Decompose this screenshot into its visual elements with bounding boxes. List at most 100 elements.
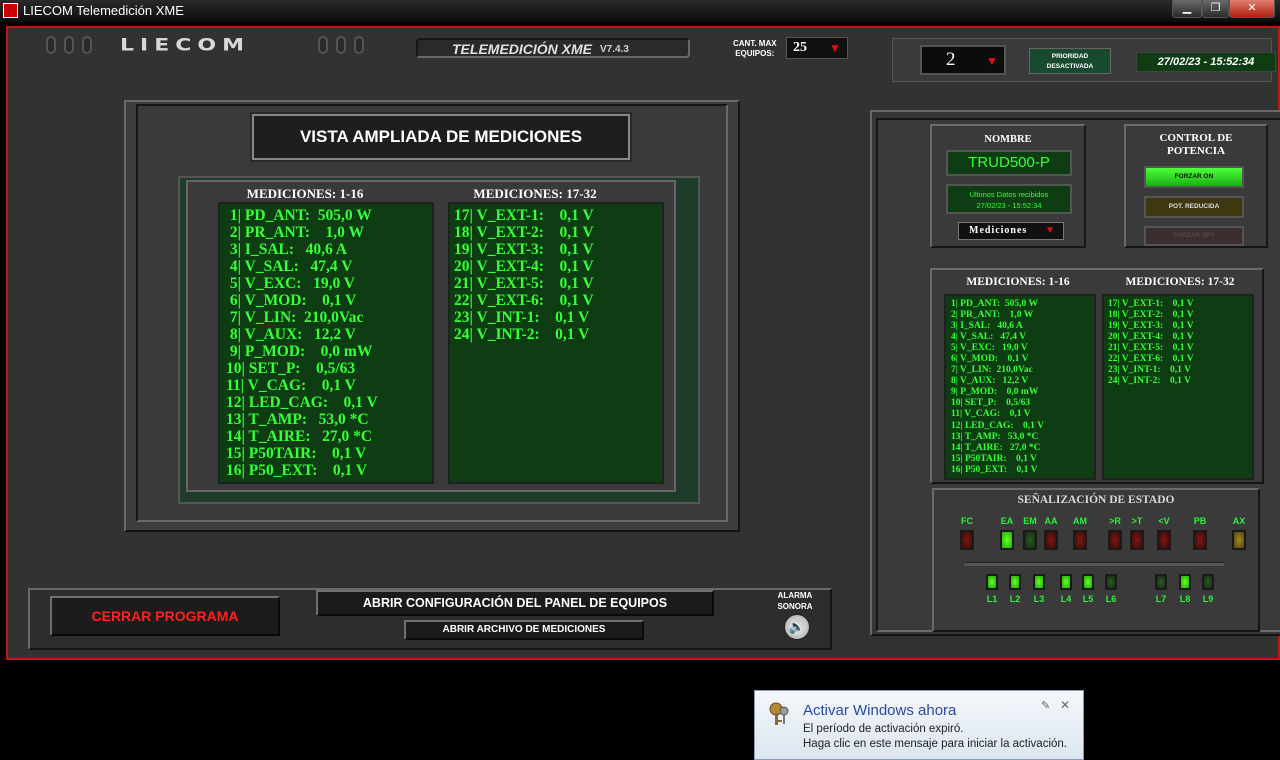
measurement-row: 18| V_EXT-2: 0,1 V [454,224,594,241]
status-led [1060,574,1072,590]
status-led [986,574,998,590]
status-led-label: L9 [1202,594,1214,604]
close-program-button[interactable]: CERRAR PROGRAMA [50,596,280,636]
open-file-button[interactable]: ABRIR ARCHIVO DE MEDICIONES [404,620,644,640]
equipo-value: 2 [946,49,956,70]
status-led [1105,574,1117,590]
measurement-row: 4| V_SAL: 47,4 V [951,332,1027,343]
priority-state: DESACTIVADA [1046,63,1094,70]
status-led-label: L4 [1060,594,1072,604]
measurement-row: 7| V_LIN: 210,0Vac [951,365,1033,376]
nombre-panel: NOMBRE TRUD500-P Ultimos Datos recibidos… [930,124,1086,248]
measurement-row: 20| V_EXT-4: 0,1 V [454,258,594,275]
measurement-row: 23| V_INT-1: 0,1 V [454,309,590,326]
measurement-row: 3| I_SAL: 40,6 A [226,241,347,258]
cant-max-select[interactable]: 25 ▼ [786,37,848,59]
measurement-row: 7| V_LIN: 210,0Vac [226,309,364,326]
measurement-row: 17| V_EXT-1: 0,1 V [1108,299,1194,309]
status-led-label: L5 [1082,594,1094,604]
measurement-row: 21| V_EXT-5: 0,1 V [454,275,594,292]
nombre-value: TRUD500-P [946,150,1072,176]
measurement-row: 10| SET_P: 0,5/63 [226,360,356,377]
ultimos-datos-value: 27/02/23 - 15:52:34 [976,201,1042,210]
pot-reducida-button[interactable]: POT. REDUCIDA [1144,196,1244,218]
measurement-row: 14| T_AIRE: 27,0 *C [951,442,1041,453]
popup-line1: El período de activación expiró. [803,723,964,735]
vista-title-box: VISTA AMPLIADA DE MEDICIONES [250,112,632,162]
maximize-button[interactable]: ❐ [1202,0,1229,18]
control-potencia-title: CONTROL DE POTENCIA [1159,132,1233,157]
nombre-label: NOMBRE [984,134,1032,145]
popup-close-icon[interactable]: ✕ [1060,698,1070,712]
control-potencia-panel: CONTROL DE POTENCIA FORZAR ON POT. REDUC… [1124,124,1268,248]
small-mediciones-panel: MEDICIONES: 1-16 MEDICIONES: 17-32 1| PD… [930,268,1264,484]
forzar-on-button[interactable]: FORZAR ON [1144,166,1244,188]
close-icon: ✕ [1247,2,1257,14]
pin-icon[interactable]: ✎ [1041,699,1050,712]
cant-max-value: 25 [793,40,807,55]
measurement-row: 6| V_MOD: 0,1 V [226,292,357,309]
app-version: V7.4.3 [600,44,629,55]
status-led [1155,574,1167,590]
status-led-label: L2 [1009,594,1021,604]
priority-button[interactable]: PRIORIDAD DESACTIVADA [1029,48,1111,74]
app-frame: LIECOM TELEMEDICIÓN XME V7.4.3 CANT. MAX… [6,26,1280,660]
measurement-row: 16| P50_EXT: 0,1 V [951,464,1038,475]
alarm-toggle[interactable]: 🔊 [784,614,810,640]
minimize-button[interactable]: ▁ [1172,0,1202,18]
vista-measurements-list-2: 17| V_EXT-1: 0,1 V 18| V_EXT-2: 0,1 V 19| … [448,202,664,484]
status-led [1082,574,1094,590]
measurement-row: 8| V_AUX: 12,2 V [226,326,356,343]
app-title: TELEMEDICIÓN XME [452,41,593,57]
vista-measurements-list-1: 1| PD_ANT: 505,0 W 2| PR_ANT: 1,0 W 3| I… [218,202,434,484]
measurement-row: 10| SET_P: 0,5/63 [951,398,1031,409]
small-col1-header: MEDICIONES: 1-16 [966,276,1070,288]
measurement-row: 2| PR_ANT: 1,0 W [226,224,365,241]
senalizacion-panel: SEÑALIZACIÓN DE ESTADO FC EA EM AA AM >R >T <V P… [932,488,1260,632]
open-config-button[interactable]: ABRIR CONFIGURACIÓN DEL PANEL DE EQUIPOS [316,590,714,616]
vista-ampliada-panel: VISTA AMPLIADA DE MEDICIONES MEDICIONES:… [124,100,740,532]
measurement-row: 22| V_EXT-6: 0,1 V [454,292,594,309]
measurement-row: 20| V_EXT-4: 0,1 V [1108,332,1194,343]
small-measurements-list-2: 17| V_EXT-1: 0,1 V 18| V_EXT-2: 0,1 V 19| … [1102,294,1254,480]
cant-max-label: CANT. MAX EQUIPOS: [733,39,777,58]
measurement-row: 3| I_SAL: 40,6 A [951,321,1023,332]
status-led-label: L6 [1105,594,1117,604]
measurement-row: 12| LED_CAG: 0,1 V [226,394,378,411]
window-close-button[interactable]: ✕ [1229,0,1275,18]
measurement-row: 19| V_EXT-3: 0,1 V [1108,321,1194,332]
measurement-row: 21| V_EXT-5: 0,1 V [1108,343,1194,354]
measurement-row: 5| V_EXC: 19,0 V [226,275,356,292]
equipo-select[interactable]: 2 ▼ [920,45,1006,75]
measurement-row: 13| T_AMP: 53,0 *C [951,431,1039,442]
popup-line2: Haga clic en este mensaje para iniciar l… [803,738,1067,750]
measurement-row: 17| V_EXT-1: 0,1 V [454,207,594,224]
measurement-row: 22| V_EXT-6: 0,1 V [1108,354,1194,365]
small-col2-header: MEDICIONES: 17-32 [1125,276,1235,288]
status-led-label: L7 [1155,594,1167,604]
measurement-row: 16| P50_EXT: 0,1 V [226,462,368,479]
forzar-off-button[interactable]: FORZAR OFF [1144,226,1244,246]
keys-icon [767,701,793,727]
vista-title: VISTA AMPLIADA DE MEDICIONES [299,127,583,146]
mediciones-dropdown[interactable]: Mediciones ▼ [958,222,1064,240]
status-leds-bottom: L1 L2 L3 L4 L5 L6 L7 L8 L9 [934,490,1258,630]
windows-activation-popup[interactable]: Activar Windows ahora El período de acti… [754,690,1084,760]
restore-icon: ❐ [1210,2,1221,14]
vista-lists-container: MEDICIONES: 1-16 MEDICIONES: 17-32 1| PD… [178,176,700,504]
measurement-row: 5| V_EXC: 19,0 V [951,343,1028,354]
ultimos-datos-box: Ultimos Datos recibidos 27/02/23 - 15:52… [946,184,1072,214]
app-icon [3,3,18,18]
measurement-row: 9| P_MOD: 0,0 mW [226,343,373,360]
status-led [1009,574,1021,590]
measurement-row: 11| V_CAG: 0,1 V [226,377,356,394]
status-led-label: L8 [1179,594,1191,604]
measurement-row: 18| V_EXT-2: 0,1 V [1108,310,1194,321]
measurement-row: 9| P_MOD: 0,0 mW [951,387,1039,398]
measurement-row: 2| PR_ANT: 1,0 W [951,310,1034,321]
measurement-row: 23| V_INT-1: 0,1 V [1108,365,1191,376]
small-measurements-list-1: 1| PD_ANT: 505,0 W 2| PR_ANT: 1,0 W 3| I_S… [944,294,1096,480]
measurement-row: 14| T_AIRE: 27,0 *C [226,428,373,445]
app-title-box: TELEMEDICIÓN XME V7.4.3 [416,38,690,58]
measurement-row: 13| T_AMP: 53,0 *C [226,411,369,428]
